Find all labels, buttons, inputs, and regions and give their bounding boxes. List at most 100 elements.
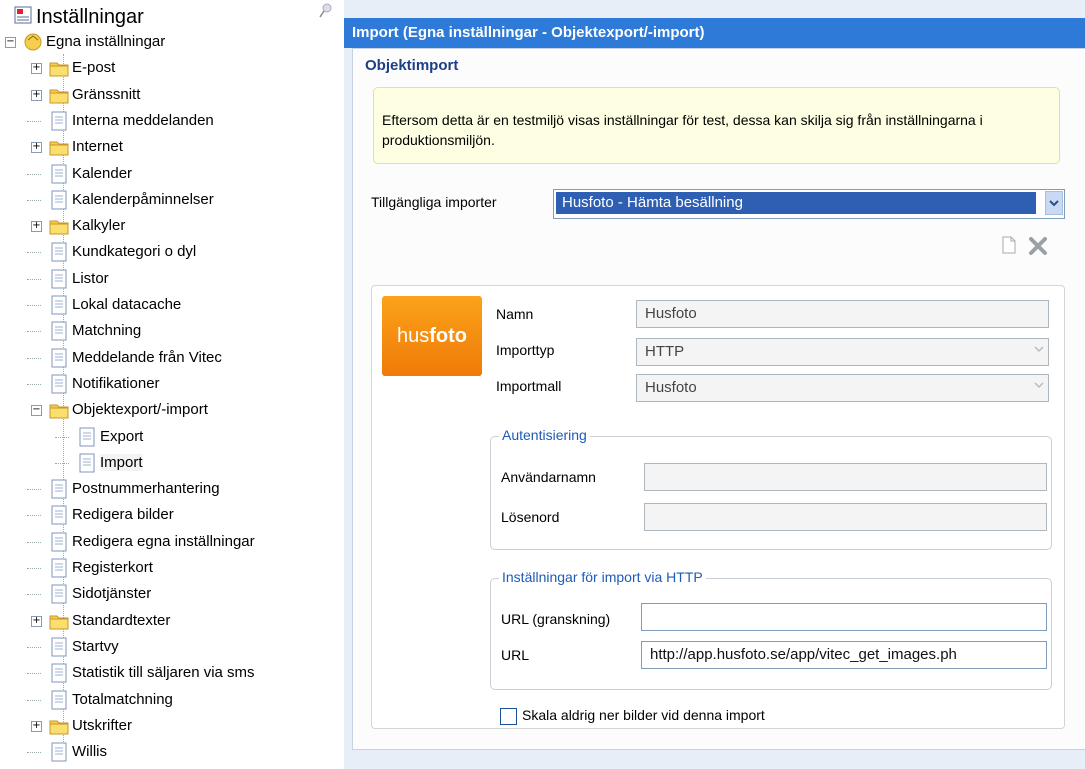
new-icon[interactable] [999, 235, 1019, 255]
never-scale-label[interactable]: Skala aldrig ner bilder vid denna import [522, 707, 765, 723]
tree-item-label: Notifikationer [72, 374, 160, 392]
tree-branch-line [27, 646, 41, 648]
tree-item-standardtexter[interactable]: + Standardtexter [0, 609, 344, 635]
dropdown-arrow-icon[interactable] [1045, 191, 1063, 215]
tree-item-listor[interactable]: Listor [0, 267, 344, 293]
tree-title: Inställningar [36, 6, 144, 28]
tree-item-label: Gränssnitt [72, 85, 141, 103]
page-icon [48, 504, 70, 526]
importtype-select[interactable]: HTTP [636, 338, 1049, 366]
tree-header: Inställningar [0, 0, 344, 34]
tree-branch-line [27, 673, 41, 675]
tree-item-redigera-bilder[interactable]: Redigera bilder [0, 503, 344, 529]
page-icon [48, 636, 70, 658]
tree-item-e-post[interactable]: + E-post [0, 56, 344, 82]
tree-item-willis[interactable]: Willis [0, 740, 344, 766]
tree-item-statistik-till-säljaren-via-sms[interactable]: Statistik till säljaren via sms [0, 661, 344, 687]
tree-item-postnummerhantering[interactable]: Postnummerhantering [0, 477, 344, 503]
tree-item-gränssnitt[interactable]: + Gränssnitt [0, 83, 344, 109]
tree-branch-line [27, 357, 41, 359]
expand-icon[interactable]: + [31, 63, 42, 75]
tree-item-interna-meddelanden[interactable]: Interna meddelanden [0, 109, 344, 135]
pin-icon[interactable] [318, 2, 334, 20]
tree-item-registerkort[interactable]: Registerkort [0, 556, 344, 582]
husfoto-logo: hus foto [382, 296, 482, 376]
page-icon [48, 294, 70, 316]
tree-item-lokal-datacache[interactable]: Lokal datacache [0, 293, 344, 319]
tree-item-redigera-egna-inställningar[interactable]: Redigera egna inställningar [0, 530, 344, 556]
tree-item-label: Kundkategori o dyl [72, 243, 197, 261]
settings-icon [14, 6, 32, 24]
folder-icon [48, 399, 70, 421]
tree-item-label: Listor [72, 269, 109, 287]
available-imports-select[interactable]: Husfoto - Hämta besällning [553, 189, 1065, 219]
importtemplate-value: Husfoto [645, 379, 697, 396]
tree-branch-line [27, 331, 41, 333]
tree-item-totalmatchning[interactable]: Totalmatchning [0, 688, 344, 714]
tree-item-objektexport-import[interactable]: − Objektexport/-import [0, 398, 344, 424]
page-icon [48, 583, 70, 605]
tree-item-notifikationer[interactable]: Notifikationer [0, 372, 344, 398]
url-label: URL [501, 647, 530, 663]
tree-branch-line [27, 252, 41, 254]
tree-item-label: Startvy [72, 637, 119, 655]
tree-item-matchning[interactable]: Matchning [0, 319, 344, 345]
page-icon [48, 163, 70, 185]
logo-text-foto: foto [429, 324, 467, 347]
tree-item-label: Kalenderpåminnelser [72, 190, 214, 208]
expand-icon[interactable]: + [31, 720, 42, 732]
never-scale-checkbox[interactable] [500, 708, 517, 725]
panel-titlebar: Import (Egna inställningar - Objektexpor… [344, 18, 1085, 48]
tree-branch-line [27, 278, 41, 280]
tree-item-egna-inställningar[interactable]: − Egna inställningar [0, 30, 344, 56]
settings-tree-panel: Inställningar − Egna inställningar + E-post… [0, 0, 345, 769]
tree-item-startvy[interactable]: Startvy [0, 635, 344, 661]
tree-item-kalenderpåminnelser[interactable]: Kalenderpåminnelser [0, 188, 344, 214]
collapse-icon[interactable]: − [31, 405, 42, 417]
tree-item-label: Registerkort [72, 559, 153, 576]
tree-item-label: Kalkyler [72, 217, 126, 235]
tree-item-import[interactable]: Import [0, 451, 344, 477]
page-icon [48, 110, 70, 132]
delete-icon[interactable] [1027, 235, 1049, 257]
expand-icon[interactable]: + [31, 89, 42, 101]
url-preview-field[interactable] [641, 603, 1047, 631]
http-settings-group: Inställningar för import via HTTP URL (g… [490, 569, 1052, 690]
tree-item-kundkategori-o-dyl[interactable]: Kundkategori o dyl [0, 240, 344, 266]
url-field[interactable]: http://app.husfoto.se/app/vitec_get_imag… [641, 641, 1047, 669]
section-title: Objektimport [365, 57, 459, 74]
password-field[interactable] [644, 503, 1047, 531]
tree-item-internet[interactable]: + Internet [0, 135, 344, 161]
chevron-down-icon [1034, 346, 1044, 353]
page-icon [76, 452, 98, 474]
expand-icon[interactable]: + [31, 221, 42, 233]
collapse-icon[interactable]: − [5, 37, 16, 48]
tree-branch-line [27, 515, 41, 517]
importtemplate-select[interactable]: Husfoto [636, 374, 1049, 402]
expand-icon[interactable]: + [31, 615, 42, 627]
panel-title: Import (Egna inställningar - Objektexpor… [352, 24, 705, 41]
tree-item-label: Redigera bilder [72, 506, 174, 524]
username-field[interactable] [644, 463, 1047, 491]
chevron-down-icon [1034, 382, 1044, 389]
tree-branch-line [27, 568, 41, 569]
tree-item-kalender[interactable]: Kalender [0, 162, 344, 188]
tree-item-label: Postnummerhantering [72, 480, 220, 498]
page-icon [48, 689, 70, 711]
tree-branch-line [27, 541, 41, 543]
expand-icon[interactable]: + [31, 142, 42, 154]
tree-item-sidotjänster[interactable]: Sidotjänster [0, 582, 344, 608]
username-label: Användarnamn [501, 469, 596, 485]
tree-item-export[interactable]: Export [0, 425, 344, 451]
tree-branch-line [27, 594, 41, 596]
tree-branch-line [27, 199, 41, 201]
password-label: Lösenord [501, 509, 560, 525]
name-field[interactable]: Husfoto [636, 300, 1049, 328]
tree-item-utskrifter[interactable]: + Utskrifter [0, 714, 344, 740]
page-icon [48, 478, 70, 500]
url-preview-label: URL (granskning) [501, 611, 611, 627]
name-label: Namn [496, 306, 534, 322]
tree-item-meddelande-från-vitec[interactable]: Meddelande från Vitec [0, 346, 344, 372]
tree-item-label: Objektexport/-import [72, 401, 208, 419]
tree-item-kalkyler[interactable]: + Kalkyler [0, 214, 344, 240]
